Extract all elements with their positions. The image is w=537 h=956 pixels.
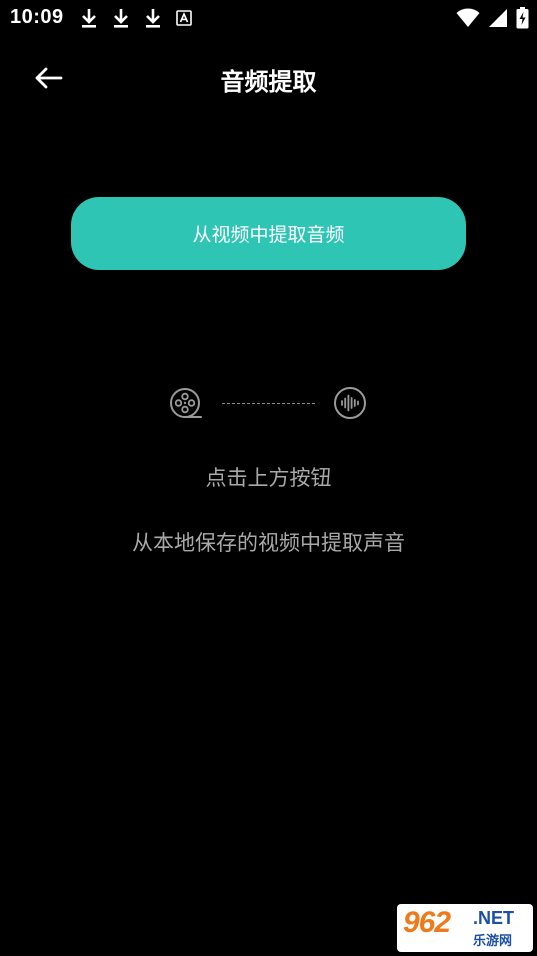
status-notifications: [80, 7, 192, 33]
site-watermark-logo: 962 .NET 乐游网: [397, 904, 533, 952]
status-time: 10:09: [10, 6, 64, 28]
hint-text-primary: 点击上方按钮: [205, 466, 332, 490]
hint-text-secondary: 从本地保存的视频中提取声音: [132, 531, 405, 555]
dashed-connector: [222, 403, 315, 404]
watermark-subtitle: 乐游网: [473, 934, 513, 949]
page-title: 音频提取: [220, 68, 317, 96]
download-icon: [144, 7, 162, 33]
watermark-number: 962: [403, 906, 451, 939]
watermark-domain: .NET: [473, 908, 515, 928]
status-bar: 10:09: [0, 0, 537, 36]
battery-charging-icon: [516, 7, 529, 33]
a-notification-icon: [176, 9, 192, 31]
wifi-icon: [456, 8, 480, 32]
status-system-icons: [456, 7, 529, 33]
film-reel-icon: [169, 387, 203, 425]
signal-icon: [488, 8, 508, 32]
extract-audio-from-video-button[interactable]: 从视频中提取音频: [71, 197, 466, 270]
download-icon: [80, 7, 98, 33]
video-to-audio-illustration: [0, 384, 537, 424]
audio-wave-icon: [333, 387, 367, 425]
app-bar: 音频提取: [0, 50, 537, 110]
download-icon: [112, 7, 130, 33]
